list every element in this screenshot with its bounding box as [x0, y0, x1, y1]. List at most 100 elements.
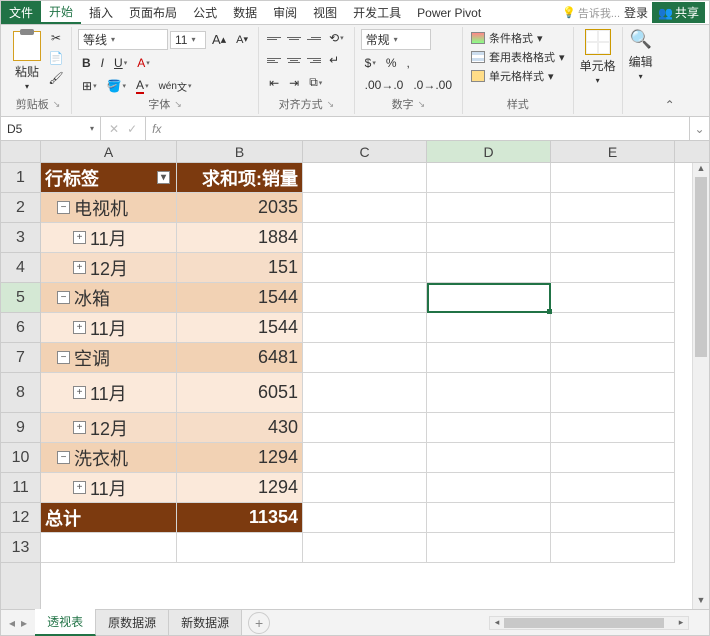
cell-D7[interactable]	[427, 343, 551, 373]
filter-dropdown-icon[interactable]: ▾	[157, 171, 170, 184]
cell-D1[interactable]	[427, 163, 551, 193]
format-painter-button[interactable]: 🖌	[47, 69, 65, 87]
format-as-table-button[interactable]: 套用表格格式 ▾	[469, 48, 567, 66]
cell-D5[interactable]	[427, 283, 551, 313]
indent-decrease-button[interactable]: ⇤	[265, 74, 283, 92]
cell-E4[interactable]	[551, 253, 675, 283]
editing-button[interactable]: 🔍 编辑 ▾	[629, 29, 653, 100]
select-all-corner[interactable]	[1, 141, 41, 163]
row-header-11[interactable]: 11	[1, 473, 40, 503]
cell-E2[interactable]	[551, 193, 675, 223]
cell-A1[interactable]: 行标签▾	[41, 163, 177, 193]
cell-C10[interactable]	[303, 443, 427, 473]
cell-E1[interactable]	[551, 163, 675, 193]
cell-B3[interactable]: 1884	[177, 223, 303, 253]
cell-B5[interactable]: 1544	[177, 283, 303, 313]
tab-home[interactable]: 开始	[41, 1, 81, 24]
shrink-font-button[interactable]: A▾	[232, 32, 252, 48]
expand-icon[interactable]: +	[73, 481, 86, 494]
border-button[interactable]: ⊞▾	[78, 77, 101, 95]
cell-C9[interactable]	[303, 413, 427, 443]
row-header-4[interactable]: 4	[1, 253, 40, 283]
scroll-up-button[interactable]: ▲	[693, 163, 709, 177]
cell-E6[interactable]	[551, 313, 675, 343]
tab-layout[interactable]: 页面布局	[121, 1, 185, 24]
row-header-8[interactable]: 8	[1, 373, 40, 413]
cancel-formula-button[interactable]: ✕	[109, 122, 119, 136]
expand-icon[interactable]: +	[73, 421, 86, 434]
scroll-right-button[interactable]: ▸	[674, 617, 688, 629]
cell-D6[interactable]	[427, 313, 551, 343]
cell-A9[interactable]: +12月	[41, 413, 177, 443]
accounting-button[interactable]: $▾	[361, 54, 380, 72]
row-header-3[interactable]: 3	[1, 223, 40, 253]
cell-E5[interactable]	[551, 283, 675, 313]
cell-C7[interactable]	[303, 343, 427, 373]
cell-B13[interactable]	[177, 533, 303, 563]
cell-E10[interactable]	[551, 443, 675, 473]
cell-A3[interactable]: +11月	[41, 223, 177, 253]
cell-A7[interactable]: −空调	[41, 343, 177, 373]
cell-D2[interactable]	[427, 193, 551, 223]
align-right-button[interactable]	[305, 52, 323, 68]
cell-C13[interactable]	[303, 533, 427, 563]
chevron-down-icon[interactable]: ▾	[90, 124, 94, 133]
font-name-combo[interactable]: 等线▾	[78, 29, 168, 50]
row-header-13[interactable]: 13	[1, 533, 40, 563]
cell-D13[interactable]	[427, 533, 551, 563]
cell-A10[interactable]: −洗衣机	[41, 443, 177, 473]
cell-B11[interactable]: 1294	[177, 473, 303, 503]
horizontal-scrollbar[interactable]: ◂ ▸	[489, 616, 689, 630]
cells-button[interactable]: 单元格 ▾	[580, 29, 616, 100]
cell-A13[interactable]	[41, 533, 177, 563]
cell-C11[interactable]	[303, 473, 427, 503]
cell-A5[interactable]: −冰箱	[41, 283, 177, 313]
scroll-down-button[interactable]: ▼	[693, 595, 709, 609]
bold-button[interactable]: B	[78, 54, 95, 72]
phonetic-guide-button[interactable]: wén文▾	[155, 77, 196, 96]
confirm-formula-button[interactable]: ✓	[127, 122, 137, 136]
align-center-button[interactable]	[285, 52, 303, 68]
cell-B10[interactable]: 1294	[177, 443, 303, 473]
cell-D10[interactable]	[427, 443, 551, 473]
row-header-2[interactable]: 2	[1, 193, 40, 223]
cell-E9[interactable]	[551, 413, 675, 443]
row-header-7[interactable]: 7	[1, 343, 40, 373]
cell-E7[interactable]	[551, 343, 675, 373]
expand-formula-bar-button[interactable]: ⌄	[689, 117, 709, 140]
tab-insert[interactable]: 插入	[81, 1, 121, 24]
align-bottom-button[interactable]	[305, 30, 323, 46]
cell-B8[interactable]: 6051	[177, 373, 303, 413]
cell-A8[interactable]: +11月	[41, 373, 177, 413]
cell-A11[interactable]: +11月	[41, 473, 177, 503]
tell-me[interactable]: 💡 告诉我...	[562, 5, 620, 21]
fill-color-button[interactable]: 🪣▾	[103, 77, 130, 95]
number-format-combo[interactable]: 常规▾	[361, 29, 431, 50]
expand-icon[interactable]: +	[73, 386, 86, 399]
col-header-E[interactable]: E	[551, 141, 675, 162]
tab-powerpivot[interactable]: Power Pivot	[409, 1, 489, 24]
cell-B1[interactable]: 求和项:销量	[177, 163, 303, 193]
indent-increase-button[interactable]: ⇥	[285, 74, 303, 92]
cell-E8[interactable]	[551, 373, 675, 413]
cell-E3[interactable]	[551, 223, 675, 253]
tab-formula[interactable]: 公式	[185, 1, 225, 24]
merge-button[interactable]: ⧉▾	[305, 73, 326, 92]
row-header-6[interactable]: 6	[1, 313, 40, 343]
phonetic-button[interactable]: A▾	[133, 54, 154, 72]
font-size-combo[interactable]: 11▾	[170, 31, 206, 49]
vertical-scrollbar[interactable]: ▲ ▼	[692, 163, 709, 609]
cut-button[interactable]: ✂	[47, 29, 65, 47]
expand-icon[interactable]: +	[73, 261, 86, 274]
cell-B12[interactable]: 11354	[177, 503, 303, 533]
cell-E11[interactable]	[551, 473, 675, 503]
underline-button[interactable]: U▾	[110, 54, 131, 72]
tab-nav-prev[interactable]: ◂	[9, 616, 15, 630]
collapse-icon[interactable]: −	[57, 291, 70, 304]
col-header-D[interactable]: D	[427, 141, 551, 162]
cell-C8[interactable]	[303, 373, 427, 413]
percent-button[interactable]: %	[382, 54, 401, 72]
row-header-5[interactable]: 5	[1, 283, 40, 313]
font-color-button[interactable]: A▾	[132, 76, 153, 96]
grow-font-button[interactable]: A▴	[208, 30, 230, 49]
